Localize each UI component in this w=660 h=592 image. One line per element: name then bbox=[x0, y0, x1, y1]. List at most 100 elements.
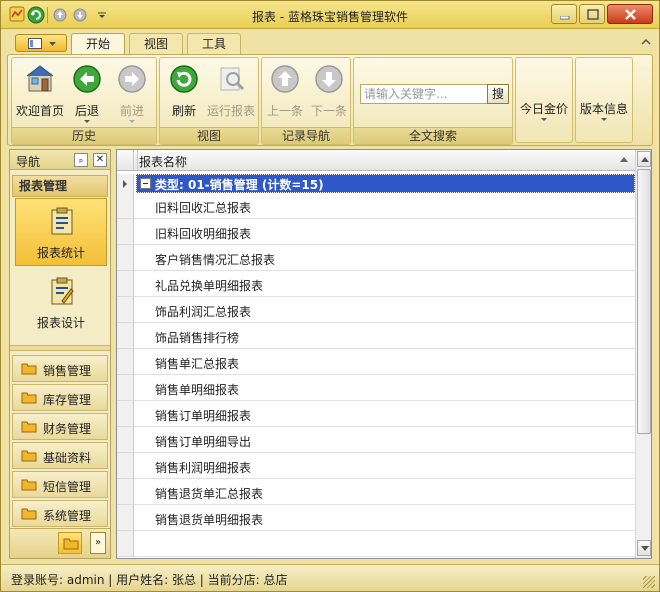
table-row[interactable]: 旧料回收汇总报表 bbox=[117, 193, 635, 219]
table-row[interactable]: 客户销售情况汇总报表 bbox=[117, 245, 635, 271]
row-indicator bbox=[117, 219, 134, 245]
table-row[interactable]: 销售退货单汇总报表 bbox=[117, 479, 635, 505]
back-arrow-icon bbox=[73, 65, 101, 93]
refresh-icon bbox=[170, 65, 198, 93]
nav-item-label: 报表设计 bbox=[36, 316, 85, 330]
nav-bottom-bar: » bbox=[10, 528, 110, 558]
nav-folder-button[interactable] bbox=[58, 532, 82, 554]
home-button[interactable]: 欢迎首页 bbox=[14, 60, 66, 125]
table-row[interactable]: 销售订单明细导出 bbox=[117, 427, 635, 453]
close-button[interactable] bbox=[607, 4, 653, 24]
tab-start[interactable]: 开始 bbox=[71, 33, 125, 54]
up-arrow-icon bbox=[271, 65, 299, 93]
nav-close-icon[interactable]: ✕ bbox=[93, 153, 107, 167]
fulltext-group-label: 全文搜索 bbox=[354, 127, 512, 144]
table-row[interactable]: 销售单汇总报表 bbox=[117, 349, 635, 375]
nav-item-label: 报表统计 bbox=[36, 246, 85, 260]
app-menu-button[interactable] bbox=[15, 34, 67, 52]
navigation-pane: 导航 ₚ ✕ 报表管理 报表统计 报表设计 销售管理 库存管理 财务管理 基础资… bbox=[9, 149, 111, 559]
gold-price-dropdown-icon bbox=[541, 118, 547, 121]
report-name: 销售退货单汇总报表 bbox=[155, 487, 264, 501]
tab-tools[interactable]: 工具 bbox=[187, 33, 241, 54]
maximize-button[interactable] bbox=[579, 4, 605, 24]
app-window: 报表 - 蓝格珠宝销售管理软件 开始 视图 工具 欢迎首页 后退 前进 历史 刷… bbox=[0, 0, 660, 592]
ribbon: 欢迎首页 后退 前进 历史 刷新 运行报表 视图 上一条 下一条 记录导航 请输… bbox=[7, 54, 653, 146]
fulltext-group: 请输入关键字... 搜 全文搜索 bbox=[353, 57, 513, 145]
scroll-up-icon bbox=[641, 157, 649, 162]
sort-ascending-icon bbox=[620, 157, 628, 162]
report-name: 旧料回收明细报表 bbox=[155, 227, 252, 241]
row-indicator bbox=[117, 375, 134, 401]
search-button[interactable]: 搜 bbox=[487, 84, 509, 104]
nav-group-finance[interactable]: 财务管理 bbox=[12, 413, 108, 440]
folder-icon bbox=[63, 538, 79, 550]
nav-splitter[interactable] bbox=[10, 345, 110, 351]
table-row[interactable]: 礼品兑换单明细报表 bbox=[117, 271, 635, 297]
nav-item-report-stats[interactable]: 报表统计 bbox=[15, 198, 107, 266]
scroll-up-button[interactable] bbox=[637, 151, 651, 167]
row-indicator bbox=[117, 505, 134, 531]
pin-icon[interactable]: ₚ bbox=[74, 153, 88, 167]
report-name: 礼品兑换单明细报表 bbox=[155, 279, 264, 293]
report-name: 销售订单明细报表 bbox=[155, 409, 252, 423]
table-row[interactable]: 旧料回收明细报表 bbox=[117, 219, 635, 245]
nav-group-inventory[interactable]: 库存管理 bbox=[12, 384, 108, 411]
nav-item-report-design[interactable]: 报表设计 bbox=[15, 268, 107, 336]
table-row[interactable]: 销售订单明细报表 bbox=[117, 401, 635, 427]
keyword-search-input[interactable]: 请输入关键字... bbox=[360, 84, 488, 104]
ribbon-tabs: 开始 视图 工具 bbox=[1, 30, 659, 54]
column-header-report-name[interactable]: 报表名称 bbox=[139, 153, 187, 170]
row-indicator bbox=[117, 349, 134, 375]
nav-more-button[interactable]: » bbox=[90, 532, 106, 554]
table-row[interactable]: 销售利润明细报表 bbox=[117, 453, 635, 479]
scroll-thumb[interactable] bbox=[637, 169, 651, 434]
folder-icon bbox=[21, 479, 37, 491]
next-record-button[interactable]: 下一条 bbox=[308, 60, 350, 125]
refresh-button[interactable]: 刷新 bbox=[164, 60, 204, 125]
table-row[interactable]: 销售退货单明细报表 bbox=[117, 505, 635, 531]
vertical-scrollbar[interactable] bbox=[635, 150, 651, 558]
table-row[interactable] bbox=[117, 531, 635, 557]
table-row[interactable]: 饰品利润汇总报表 bbox=[117, 297, 635, 323]
scroll-down-button[interactable] bbox=[637, 540, 651, 556]
grid-rows: 类型: 01-销售管理 (计数=15) 旧料回收汇总报表 旧料回收明细报表 客户… bbox=[117, 172, 635, 558]
minimize-icon bbox=[560, 16, 570, 20]
folder-icon bbox=[21, 363, 37, 375]
expand-column-header bbox=[134, 150, 138, 170]
report-name: 饰品销售排行榜 bbox=[155, 331, 240, 345]
nav-group-sms[interactable]: 短信管理 bbox=[12, 471, 108, 498]
grid-header: 报表名称 bbox=[117, 150, 635, 171]
close-icon bbox=[625, 9, 636, 20]
back-button[interactable]: 后退 bbox=[66, 60, 108, 125]
menu-icon bbox=[28, 38, 42, 49]
folder-icon bbox=[21, 450, 37, 462]
row-indicator bbox=[117, 531, 134, 557]
minimize-button[interactable] bbox=[551, 4, 577, 24]
nav-title: 导航 bbox=[16, 155, 41, 169]
current-row-arrow-icon bbox=[123, 180, 127, 188]
history-group: 欢迎首页 后退 前进 历史 bbox=[11, 57, 157, 145]
prev-record-button[interactable]: 上一条 bbox=[264, 60, 306, 125]
version-info-button[interactable]: 版本信息 bbox=[575, 57, 633, 143]
row-indicator bbox=[117, 193, 134, 219]
table-row[interactable]: 饰品销售排行榜 bbox=[117, 323, 635, 349]
row-indicator bbox=[117, 401, 134, 427]
nav-group-sales[interactable]: 销售管理 bbox=[12, 355, 108, 382]
table-row[interactable]: 销售单明细报表 bbox=[117, 375, 635, 401]
title-bar: 报表 - 蓝格珠宝销售管理软件 bbox=[1, 1, 659, 29]
group-label: 类型: 01-销售管理 (计数=15) bbox=[155, 178, 324, 192]
report-grid: 报表名称 类型: 01-销售管理 (计数=15) 旧料回收汇总报表 旧料回收明细… bbox=[116, 149, 652, 559]
run-report-button[interactable]: 运行报表 bbox=[204, 60, 258, 125]
folder-icon bbox=[21, 421, 37, 433]
nav-group-basic-data[interactable]: 基础资料 bbox=[12, 442, 108, 469]
gold-price-button[interactable]: 今日金价 bbox=[515, 57, 573, 143]
forward-button[interactable]: 前进 bbox=[110, 60, 154, 125]
tab-view[interactable]: 视图 bbox=[129, 33, 183, 54]
group-row[interactable]: 类型: 01-销售管理 (计数=15) bbox=[117, 174, 635, 193]
report-name: 销售退货单明细报表 bbox=[155, 513, 264, 527]
nav-group-system[interactable]: 系统管理 bbox=[12, 500, 108, 527]
folder-icon bbox=[21, 392, 37, 404]
resize-grip-icon[interactable] bbox=[643, 576, 655, 588]
collapse-group-icon[interactable] bbox=[140, 178, 151, 189]
ribbon-minimize-icon[interactable] bbox=[641, 37, 651, 47]
